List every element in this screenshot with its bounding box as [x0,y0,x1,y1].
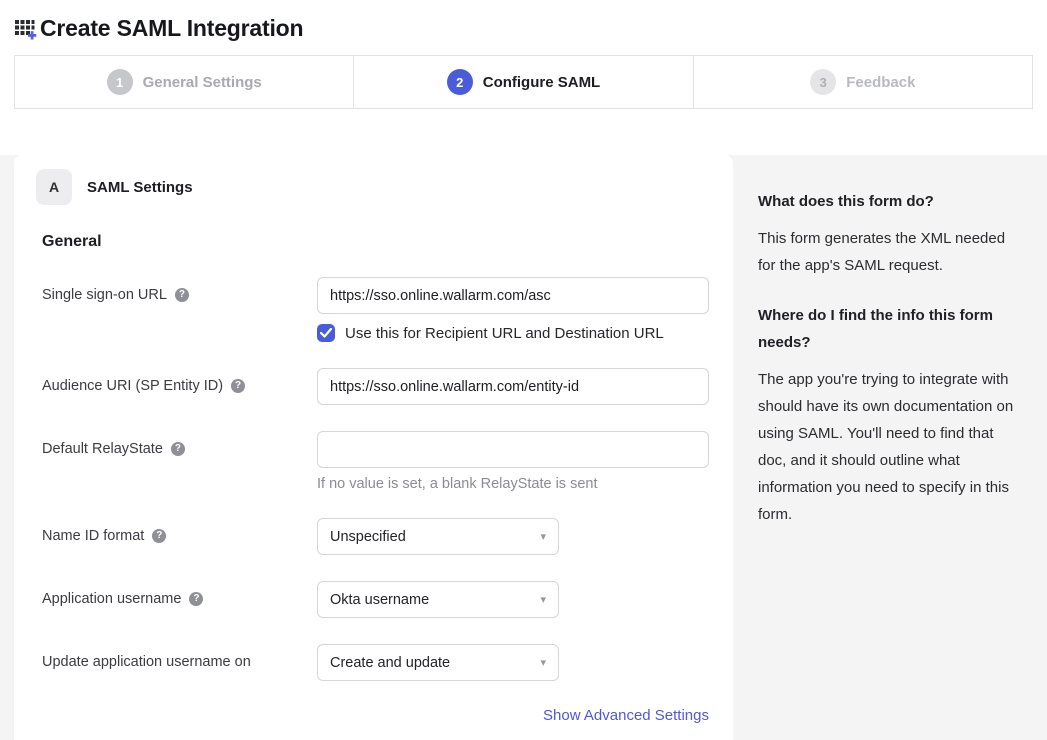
help-icon[interactable]: ? [189,592,203,606]
step-2-label: Configure SAML [483,74,601,91]
chevron-down-icon: ▾ [540,656,546,669]
help-question-1: What does this form do? [758,189,1014,215]
step-2-number: 2 [447,69,473,95]
checkmark-icon [320,328,332,338]
name-id-format-value: Unspecified [330,529,406,545]
row-application-username: Application username ? Okta username ▾ [42,581,709,618]
row-update-application-username: Update application username on Create an… [42,644,709,681]
application-username-label: Application username [42,591,181,607]
help-sidebar: What does this form do? This form genera… [758,155,1014,740]
name-id-format-label: Name ID format [42,528,144,544]
name-id-format-label-group: Name ID format ? [42,518,317,544]
chevron-down-icon: ▾ [540,593,546,606]
row-default-relaystate: Default RelayState ? If no value is set,… [42,431,709,492]
page-header: Create SAML Integration [0,0,1047,47]
chevron-down-icon: ▾ [540,530,546,543]
help-icon[interactable]: ? [175,288,189,302]
section-title: SAML Settings [87,179,193,196]
single-sign-on-url-input[interactable] [317,277,709,314]
step-3-label: Feedback [846,74,915,91]
help-answer-1: This form generates the XML needed for t… [758,225,1014,279]
help-answer-2: The app you're trying to integrate with … [758,366,1014,528]
content-area: A SAML Settings General Single sign-on U… [0,155,1047,740]
row-audience-uri: Audience URI (SP Entity ID) ? [42,368,709,405]
help-icon[interactable]: ? [231,379,245,393]
row-name-id-format: Name ID format ? Unspecified ▾ [42,518,709,555]
help-icon[interactable]: ? [152,529,166,543]
general-heading: General [42,233,709,251]
recipient-url-checkbox-label[interactable]: Use this for Recipient URL and Destinati… [345,325,664,342]
single-sign-on-url-field-group: Use this for Recipient URL and Destinati… [317,277,709,342]
default-relaystate-label: Default RelayState [42,441,163,457]
recipient-url-checkbox[interactable] [317,324,335,342]
application-username-label-group: Application username ? [42,581,317,607]
update-application-username-label: Update application username on [42,654,251,670]
audience-uri-field-group [317,368,709,405]
update-application-username-select[interactable]: Create and update ▾ [317,644,559,681]
application-username-value: Okta username [330,592,429,608]
saml-form: Single sign-on URL ? Use this for Recipi… [42,277,709,725]
step-general-settings[interactable]: 1 General Settings [15,56,354,108]
wizard-stepper: 1 General Settings 2 Configure SAML 3 Fe… [14,55,1033,109]
single-sign-on-url-label-group: Single sign-on URL ? [42,277,317,303]
step-feedback[interactable]: 3 Feedback [694,56,1032,108]
step-1-number: 1 [107,69,133,95]
default-relaystate-input[interactable] [317,431,709,468]
advanced-settings-row: Show Advanced Settings [42,707,709,725]
recipient-url-checkbox-row: Use this for Recipient URL and Destinati… [317,324,709,342]
step-configure-saml[interactable]: 2 Configure SAML [354,56,693,108]
saml-settings-card: A SAML Settings General Single sign-on U… [14,155,733,740]
name-id-format-select[interactable]: Unspecified ▾ [317,518,559,555]
help-question-2: Where do I find the info this form needs… [758,303,1014,356]
audience-uri-input[interactable] [317,368,709,405]
step-1-label: General Settings [143,74,262,91]
app-grid-plus-icon [14,17,38,41]
section-header: A SAML Settings [36,169,709,205]
show-advanced-settings-link[interactable]: Show Advanced Settings [543,707,709,724]
update-application-username-value: Create and update [330,655,450,671]
default-relaystate-label-group: Default RelayState ? [42,431,317,457]
page-title: Create SAML Integration [40,15,303,42]
help-icon[interactable]: ? [171,442,185,456]
update-application-username-label-group: Update application username on [42,644,317,670]
default-relaystate-field-group: If no value is set, a blank RelayState i… [317,431,709,492]
audience-uri-label-group: Audience URI (SP Entity ID) ? [42,368,317,394]
step-3-number: 3 [810,69,836,95]
row-single-sign-on-url: Single sign-on URL ? Use this for Recipi… [42,277,709,342]
application-username-select[interactable]: Okta username ▾ [317,581,559,618]
single-sign-on-url-label: Single sign-on URL [42,287,167,303]
section-badge: A [36,169,72,205]
default-relaystate-hint: If no value is set, a blank RelayState i… [317,476,709,492]
audience-uri-label: Audience URI (SP Entity ID) [42,378,223,394]
